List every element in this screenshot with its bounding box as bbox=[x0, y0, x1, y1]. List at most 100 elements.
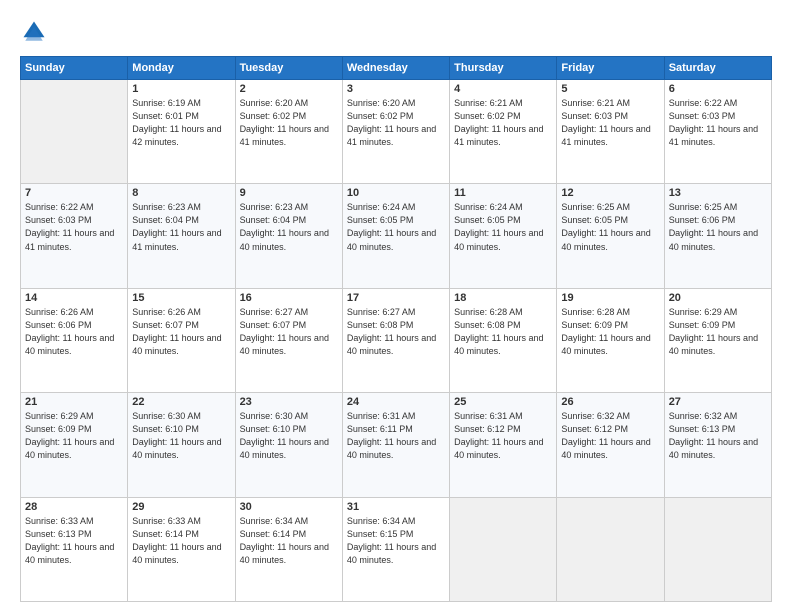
calendar-cell: 9 Sunrise: 6:23 AMSunset: 6:04 PMDaylight… bbox=[235, 184, 342, 288]
day-number: 14 bbox=[25, 292, 123, 304]
calendar-cell: 4 Sunrise: 6:21 AMSunset: 6:02 PMDaylight… bbox=[450, 80, 557, 184]
day-info: Sunrise: 6:29 AMSunset: 6:09 PMDaylight:… bbox=[669, 306, 767, 358]
page: SundayMondayTuesdayWednesdayThursdayFrid… bbox=[0, 0, 792, 612]
day-number: 19 bbox=[561, 292, 659, 304]
day-info: Sunrise: 6:30 AMSunset: 6:10 PMDaylight:… bbox=[240, 410, 338, 462]
calendar-cell: 29 Sunrise: 6:33 AMSunset: 6:14 PMDayligh… bbox=[128, 497, 235, 601]
day-number: 7 bbox=[25, 187, 123, 199]
day-info: Sunrise: 6:34 AMSunset: 6:15 PMDaylight:… bbox=[347, 515, 445, 567]
day-number: 2 bbox=[240, 83, 338, 95]
day-number: 21 bbox=[25, 396, 123, 408]
calendar-cell: 26 Sunrise: 6:32 AMSunset: 6:12 PMDayligh… bbox=[557, 393, 664, 497]
calendar-cell: 21 Sunrise: 6:29 AMSunset: 6:09 PMDayligh… bbox=[21, 393, 128, 497]
day-info: Sunrise: 6:24 AMSunset: 6:05 PMDaylight:… bbox=[347, 201, 445, 253]
day-info: Sunrise: 6:33 AMSunset: 6:14 PMDaylight:… bbox=[132, 515, 230, 567]
header bbox=[20, 18, 772, 46]
day-info: Sunrise: 6:32 AMSunset: 6:13 PMDaylight:… bbox=[669, 410, 767, 462]
logo-icon bbox=[20, 18, 48, 46]
day-info: Sunrise: 6:20 AMSunset: 6:02 PMDaylight:… bbox=[347, 97, 445, 149]
day-info: Sunrise: 6:26 AMSunset: 6:07 PMDaylight:… bbox=[132, 306, 230, 358]
day-info: Sunrise: 6:26 AMSunset: 6:06 PMDaylight:… bbox=[25, 306, 123, 358]
calendar-header-thursday: Thursday bbox=[450, 57, 557, 80]
calendar-cell: 2 Sunrise: 6:20 AMSunset: 6:02 PMDaylight… bbox=[235, 80, 342, 184]
day-info: Sunrise: 6:27 AMSunset: 6:07 PMDaylight:… bbox=[240, 306, 338, 358]
calendar-week-2: 14 Sunrise: 6:26 AMSunset: 6:06 PMDayligh… bbox=[21, 288, 772, 392]
calendar-cell: 12 Sunrise: 6:25 AMSunset: 6:05 PMDayligh… bbox=[557, 184, 664, 288]
calendar-header-row: SundayMondayTuesdayWednesdayThursdayFrid… bbox=[21, 57, 772, 80]
day-number: 16 bbox=[240, 292, 338, 304]
day-info: Sunrise: 6:28 AMSunset: 6:08 PMDaylight:… bbox=[454, 306, 552, 358]
day-info: Sunrise: 6:24 AMSunset: 6:05 PMDaylight:… bbox=[454, 201, 552, 253]
calendar-cell: 24Sunrise: 6:31 AMSunset: 6:11 PMDayligh… bbox=[342, 393, 449, 497]
day-info: Sunrise: 6:23 AMSunset: 6:04 PMDaylight:… bbox=[132, 201, 230, 253]
day-info: Sunrise: 6:29 AMSunset: 6:09 PMDaylight:… bbox=[25, 410, 123, 462]
calendar-cell bbox=[21, 80, 128, 184]
calendar-header-tuesday: Tuesday bbox=[235, 57, 342, 80]
day-number: 3 bbox=[347, 83, 445, 95]
calendar-cell: 27 Sunrise: 6:32 AMSunset: 6:13 PMDayligh… bbox=[664, 393, 771, 497]
day-info: Sunrise: 6:32 AMSunset: 6:12 PMDaylight:… bbox=[561, 410, 659, 462]
calendar-cell: 10 Sunrise: 6:24 AMSunset: 6:05 PMDayligh… bbox=[342, 184, 449, 288]
day-number: 17 bbox=[347, 292, 445, 304]
calendar-cell: 20 Sunrise: 6:29 AMSunset: 6:09 PMDayligh… bbox=[664, 288, 771, 392]
day-number: 13 bbox=[669, 187, 767, 199]
calendar-cell: 13 Sunrise: 6:25 AMSunset: 6:06 PMDayligh… bbox=[664, 184, 771, 288]
day-info: Sunrise: 6:27 AMSunset: 6:08 PMDaylight:… bbox=[347, 306, 445, 358]
calendar-cell: 23 Sunrise: 6:30 AMSunset: 6:10 PMDayligh… bbox=[235, 393, 342, 497]
day-number: 20 bbox=[669, 292, 767, 304]
day-number: 23 bbox=[240, 396, 338, 408]
day-info: Sunrise: 6:21 AMSunset: 6:02 PMDaylight:… bbox=[454, 97, 552, 149]
day-number: 24 bbox=[347, 396, 445, 408]
day-info: Sunrise: 6:25 AMSunset: 6:06 PMDaylight:… bbox=[669, 201, 767, 253]
calendar-cell: 7 Sunrise: 6:22 AMSunset: 6:03 PMDaylight… bbox=[21, 184, 128, 288]
calendar-cell: 8 Sunrise: 6:23 AMSunset: 6:04 PMDaylight… bbox=[128, 184, 235, 288]
day-number: 25 bbox=[454, 396, 552, 408]
calendar-cell bbox=[664, 497, 771, 601]
day-info: Sunrise: 6:33 AMSunset: 6:13 PMDaylight:… bbox=[25, 515, 123, 567]
day-number: 26 bbox=[561, 396, 659, 408]
day-number: 10 bbox=[347, 187, 445, 199]
day-number: 30 bbox=[240, 501, 338, 513]
day-number: 8 bbox=[132, 187, 230, 199]
day-number: 4 bbox=[454, 83, 552, 95]
day-number: 15 bbox=[132, 292, 230, 304]
calendar-cell bbox=[557, 497, 664, 601]
day-info: Sunrise: 6:23 AMSunset: 6:04 PMDaylight:… bbox=[240, 201, 338, 253]
calendar-cell: 28Sunrise: 6:33 AMSunset: 6:13 PMDayligh… bbox=[21, 497, 128, 601]
calendar-header-saturday: Saturday bbox=[664, 57, 771, 80]
day-info: Sunrise: 6:19 AMSunset: 6:01 PMDaylight:… bbox=[132, 97, 230, 149]
logo bbox=[20, 18, 52, 46]
calendar-week-3: 21 Sunrise: 6:29 AMSunset: 6:09 PMDayligh… bbox=[21, 393, 772, 497]
calendar-cell: 22Sunrise: 6:30 AMSunset: 6:10 PMDayligh… bbox=[128, 393, 235, 497]
calendar-table: SundayMondayTuesdayWednesdayThursdayFrid… bbox=[20, 56, 772, 602]
day-info: Sunrise: 6:25 AMSunset: 6:05 PMDaylight:… bbox=[561, 201, 659, 253]
day-number: 9 bbox=[240, 187, 338, 199]
day-number: 31 bbox=[347, 501, 445, 513]
day-number: 1 bbox=[132, 83, 230, 95]
calendar-cell bbox=[450, 497, 557, 601]
calendar-week-0: 1 Sunrise: 6:19 AMSunset: 6:01 PMDaylight… bbox=[21, 80, 772, 184]
calendar-cell: 30 Sunrise: 6:34 AMSunset: 6:14 PMDayligh… bbox=[235, 497, 342, 601]
day-info: Sunrise: 6:20 AMSunset: 6:02 PMDaylight:… bbox=[240, 97, 338, 149]
day-number: 12 bbox=[561, 187, 659, 199]
calendar-cell: 14 Sunrise: 6:26 AMSunset: 6:06 PMDayligh… bbox=[21, 288, 128, 392]
calendar-cell: 3 Sunrise: 6:20 AMSunset: 6:02 PMDaylight… bbox=[342, 80, 449, 184]
calendar-cell: 5Sunrise: 6:21 AMSunset: 6:03 PMDaylight… bbox=[557, 80, 664, 184]
day-number: 22 bbox=[132, 396, 230, 408]
day-number: 11 bbox=[454, 187, 552, 199]
day-number: 18 bbox=[454, 292, 552, 304]
day-info: Sunrise: 6:28 AMSunset: 6:09 PMDaylight:… bbox=[561, 306, 659, 358]
calendar-header-sunday: Sunday bbox=[21, 57, 128, 80]
calendar-header-wednesday: Wednesday bbox=[342, 57, 449, 80]
day-info: Sunrise: 6:22 AMSunset: 6:03 PMDaylight:… bbox=[25, 201, 123, 253]
calendar-cell: 25 Sunrise: 6:31 AMSunset: 6:12 PMDayligh… bbox=[450, 393, 557, 497]
calendar-cell: 15 Sunrise: 6:26 AMSunset: 6:07 PMDayligh… bbox=[128, 288, 235, 392]
day-info: Sunrise: 6:34 AMSunset: 6:14 PMDaylight:… bbox=[240, 515, 338, 567]
calendar-cell: 6Sunrise: 6:22 AMSunset: 6:03 PMDaylight… bbox=[664, 80, 771, 184]
day-info: Sunrise: 6:22 AMSunset: 6:03 PMDaylight:… bbox=[669, 97, 767, 149]
day-info: Sunrise: 6:31 AMSunset: 6:12 PMDaylight:… bbox=[454, 410, 552, 462]
day-number: 29 bbox=[132, 501, 230, 513]
calendar-cell: 31 Sunrise: 6:34 AMSunset: 6:15 PMDayligh… bbox=[342, 497, 449, 601]
calendar-cell: 11 Sunrise: 6:24 AMSunset: 6:05 PMDayligh… bbox=[450, 184, 557, 288]
day-number: 27 bbox=[669, 396, 767, 408]
